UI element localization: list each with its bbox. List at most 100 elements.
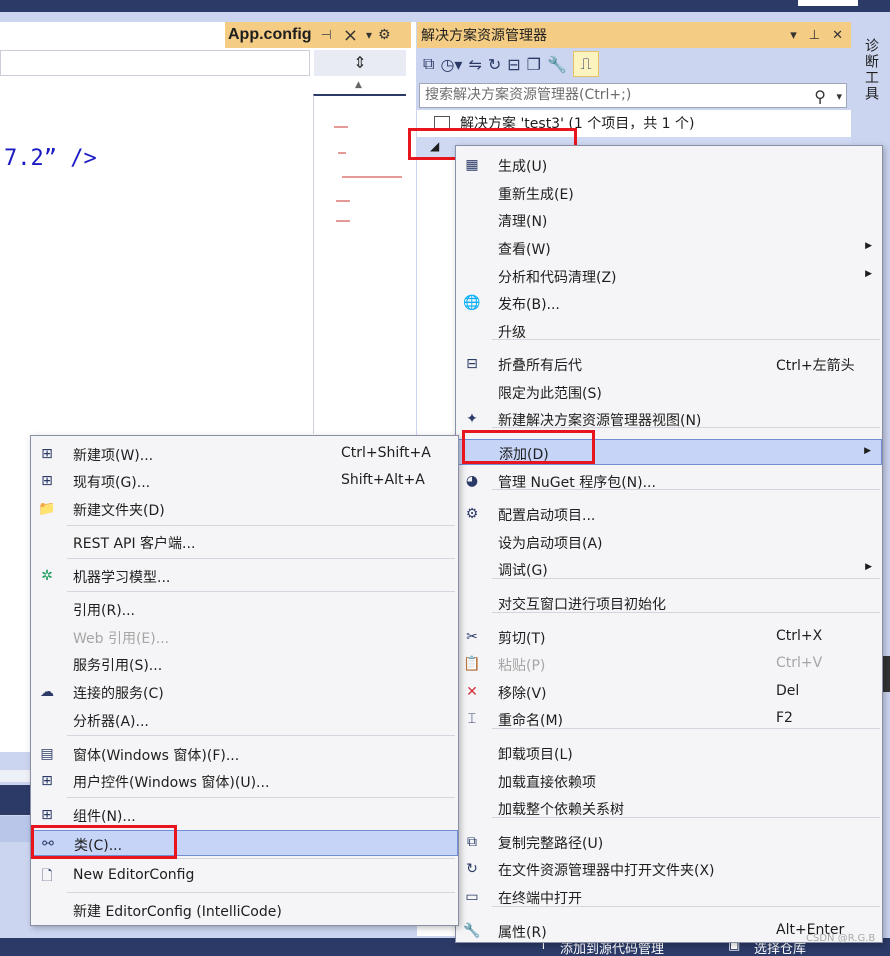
solution-explorer-search-input[interactable]: 搜索解决方案资源管理器(Ctrl+;) ⚲ ▾ bbox=[419, 83, 847, 108]
menu-separator bbox=[67, 525, 455, 526]
pin-icon[interactable]: ⊥ bbox=[809, 28, 820, 43]
collapse-all-icon[interactable]: ⊟ bbox=[507, 55, 520, 74]
context-menu-item-label: 移除(V) bbox=[498, 686, 547, 702]
sync-icon[interactable]: ⇋ bbox=[468, 55, 481, 74]
connected-service-icon: ☁ bbox=[40, 684, 54, 700]
context-menu-item[interactable]: 升级 bbox=[456, 318, 882, 344]
code-line-text: 7.2” /> bbox=[4, 146, 97, 171]
output-panel-row bbox=[0, 816, 30, 842]
remove-icon: ✕ bbox=[466, 684, 478, 700]
context-menu-item[interactable]: 🌐 发布(B)... bbox=[456, 290, 882, 316]
chevron-down-icon[interactable]: ▾ bbox=[790, 28, 797, 43]
context-menu-item-label: 清理(N) bbox=[498, 214, 548, 230]
add-submenu-item-label: 连接的服务(C) bbox=[73, 686, 164, 702]
add-submenu-item[interactable]: ✲ 机器学习模型... bbox=[31, 563, 458, 589]
close-icon[interactable]: × bbox=[343, 25, 358, 46]
add-submenu-item[interactable]: 服务引用(S)... bbox=[31, 651, 458, 677]
context-menu-item[interactable]: 重新生成(E) bbox=[456, 180, 882, 206]
add-submenu-item-label: 现有项(G)... bbox=[73, 475, 151, 491]
document-tab-app-config[interactable]: App.config ⊣ × ▾ ⚙ bbox=[225, 22, 411, 48]
add-submenu-item-shortcut: Shift+Alt+A bbox=[341, 472, 425, 488]
add-submenu-item[interactable]: ⊞ 现有项(G)... Shift+Alt+A bbox=[31, 468, 458, 494]
collapse-icon: ⊟ bbox=[466, 356, 478, 372]
context-menu-item-shortcut: Ctrl+左箭头 bbox=[776, 358, 855, 374]
chevron-down-icon[interactable]: ▾ bbox=[366, 28, 372, 42]
pin-icon[interactable]: ⊣ bbox=[321, 28, 332, 43]
add-submenu-item[interactable]: ▤ 窗体(Windows 窗体)(F)... bbox=[31, 741, 458, 767]
split-window-button[interactable]: ⇕ bbox=[314, 50, 406, 76]
add-submenu-item-label: 组件(N)... bbox=[73, 809, 136, 825]
add-submenu-item-label: 新建项(W)... bbox=[73, 448, 154, 464]
add-submenu-item-label: 新建文件夹(D) bbox=[73, 503, 165, 519]
context-menu-item[interactable]: 卸载项目(L) bbox=[456, 740, 882, 766]
context-menu-item-label: 在终端中打开 bbox=[498, 891, 582, 907]
side-tab-label: 诊断工具 bbox=[863, 38, 879, 102]
context-menu-item[interactable]: 查看(W) ▶ bbox=[456, 235, 882, 261]
context-menu-item-label: 限定为此范围(S) bbox=[498, 386, 602, 402]
context-menu-item[interactable]: 对交互窗口进行项目初始化 bbox=[456, 590, 882, 616]
context-menu-item[interactable]: 限定为此范围(S) bbox=[456, 379, 882, 405]
solution-explorer-title: 解决方案资源管理器 bbox=[421, 28, 547, 44]
context-menu-item-label: 管理 NuGet 程序包(N)... bbox=[498, 475, 656, 491]
context-menu-item-label: 设为启动项目(A) bbox=[498, 536, 603, 552]
gear-icon[interactable]: ⚙ bbox=[378, 27, 391, 43]
context-menu-item[interactable]: ✕ 移除(V) Del bbox=[456, 679, 882, 705]
context-menu-item[interactable]: ▦ 生成(U) bbox=[456, 152, 882, 178]
chevron-down-icon[interactable]: ▾ bbox=[836, 85, 842, 108]
add-submenu-item-label: 引用(R)... bbox=[73, 603, 136, 619]
context-menu-item[interactable]: 加载直接依赖项 bbox=[456, 768, 882, 794]
add-submenu-item[interactable]: 新建 EditorConfig (IntelliCode) bbox=[31, 897, 458, 923]
close-icon[interactable]: ✕ bbox=[832, 28, 843, 43]
context-menu-item[interactable]: 分析和代码清理(Z) ▶ bbox=[456, 263, 882, 289]
add-submenu-item[interactable]: ⊞ 新建项(W)... Ctrl+Shift+A bbox=[31, 441, 458, 467]
menu-separator bbox=[67, 892, 455, 893]
add-submenu-item[interactable]: 🗋 New EditorConfig bbox=[31, 863, 458, 889]
highlight-box-add bbox=[462, 430, 595, 464]
output-panel-header bbox=[0, 785, 30, 815]
show-all-files-icon[interactable]: ❐ bbox=[527, 55, 541, 74]
context-menu-item[interactable]: 清理(N) bbox=[456, 207, 882, 233]
add-submenu-item-label: 机器学习模型... bbox=[73, 570, 171, 586]
code-minimap[interactable] bbox=[313, 94, 406, 434]
context-menu-item[interactable]: ▭ 在终端中打开 bbox=[456, 884, 882, 910]
add-submenu-item[interactable]: 引用(R)... bbox=[31, 596, 458, 622]
context-menu-item[interactable]: 📋 粘贴(P) Ctrl+V bbox=[456, 651, 882, 677]
submenu-arrow-icon: ▶ bbox=[865, 562, 872, 572]
context-menu-item[interactable]: ✂ 剪切(T) Ctrl+X bbox=[456, 624, 882, 650]
add-submenu-item[interactable]: REST API 客户端... bbox=[31, 529, 458, 555]
context-menu-item[interactable]: 设为启动项目(A) bbox=[456, 529, 882, 555]
wrench-icon: 🔧 bbox=[463, 923, 481, 939]
preview-icon[interactable]: ⎍ bbox=[572, 51, 599, 77]
add-submenu-item[interactable]: 📁 新建文件夹(D) bbox=[31, 496, 458, 522]
add-submenu-item-label: 窗体(Windows 窗体)(F)... bbox=[73, 748, 240, 764]
refresh-icon[interactable]: ↻ bbox=[488, 55, 501, 74]
context-menu-item[interactable]: 加载整个依赖关系树 bbox=[456, 795, 882, 821]
context-menu-item-label: 新建解决方案资源管理器视图(N) bbox=[498, 413, 702, 429]
context-menu-item[interactable]: ⚙ 配置启动项目... bbox=[456, 501, 882, 527]
navigation-bar[interactable] bbox=[0, 50, 310, 76]
context-menu-item-label: 生成(U) bbox=[498, 159, 548, 175]
wrench-icon[interactable]: 🔧 bbox=[547, 55, 567, 74]
add-submenu-item[interactable]: Web 引用(E)... bbox=[31, 624, 458, 650]
paste-icon: 📋 bbox=[463, 656, 481, 672]
context-menu-item[interactable]: ⌶ 重命名(M) F2 bbox=[456, 706, 882, 732]
add-submenu-item[interactable]: ☁ 连接的服务(C) bbox=[31, 679, 458, 705]
add-submenu-item[interactable]: ⊞ 用户控件(Windows 窗体)(U)... bbox=[31, 768, 458, 794]
history-icon[interactable]: ◷▾ bbox=[440, 55, 462, 74]
context-menu-item-label: 复制完整路径(U) bbox=[498, 836, 604, 852]
vs-switch-view-icon[interactable]: ⧉ bbox=[423, 54, 434, 74]
title-bar-strip bbox=[0, 0, 890, 12]
context-menu-item[interactable]: ↻ 在文件资源管理器中打开文件夹(X) bbox=[456, 856, 882, 882]
context-menu-item[interactable]: ⧉ 复制完整路径(U) bbox=[456, 829, 882, 855]
add-submenu-item-label: 新建 EditorConfig (IntelliCode) bbox=[73, 904, 282, 920]
scroll-up-icon[interactable]: ▲ bbox=[355, 80, 362, 90]
context-menu-item[interactable]: 调试(G) ▶ bbox=[456, 556, 882, 582]
context-menu-item[interactable]: ⊟ 折叠所有后代 Ctrl+左箭头 bbox=[456, 351, 882, 377]
add-submenu-item[interactable]: 分析器(A)... bbox=[31, 707, 458, 733]
search-icon[interactable]: ⚲ bbox=[814, 85, 826, 108]
new-view-icon: ✦ bbox=[466, 411, 478, 427]
highlight-box-class bbox=[31, 825, 177, 859]
context-menu-item[interactable]: ✦ 新建解决方案资源管理器视图(N) bbox=[456, 406, 882, 432]
context-menu-item[interactable]: ◕ 管理 NuGet 程序包(N)... bbox=[456, 468, 882, 494]
menu-separator bbox=[67, 591, 455, 592]
